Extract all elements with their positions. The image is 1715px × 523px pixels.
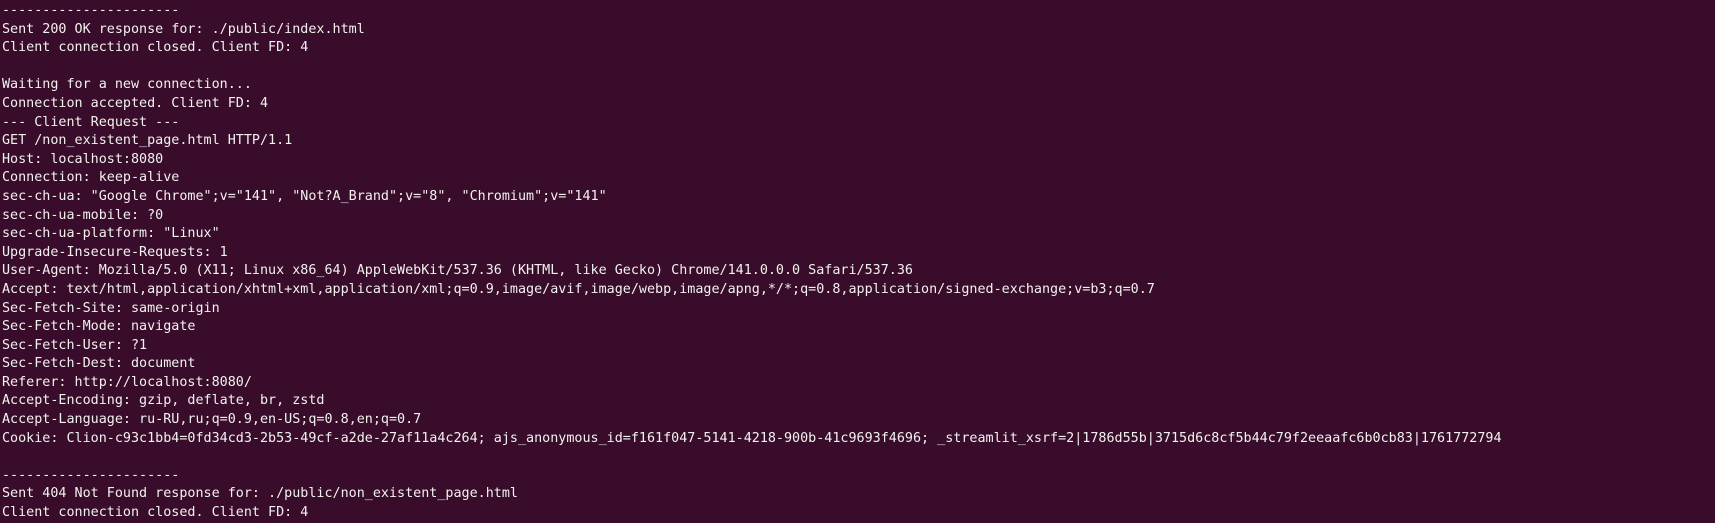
terminal-line: Connection accepted. Client FD: 4 [2, 95, 269, 111]
terminal-line: Accept-Encoding: gzip, deflate, br, zstd [2, 393, 325, 409]
terminal-line: Host: localhost:8080 [2, 151, 164, 167]
terminal-line: Sent 404 Not Found response for: ./publi… [2, 486, 518, 502]
terminal-line: Upgrade-Insecure-Requests: 1 [2, 244, 228, 260]
terminal-line: GET /non_existent_page.html HTTP/1.1 [2, 133, 293, 149]
terminal-line: Referer: http://localhost:8080/ [2, 374, 252, 390]
terminal-output[interactable]: ---------------------- Sent 200 OK respon… [0, 0, 1715, 520]
terminal-line: Waiting for a new connection... [2, 77, 252, 93]
terminal-line: Accept-Language: ru-RU,ru;q=0.9,en-US;q=… [2, 412, 422, 428]
terminal-line: sec-ch-ua: "Google Chrome";v="141", "Not… [2, 188, 607, 204]
terminal-line: ---------------------- [2, 3, 180, 18]
terminal-line: ---------------------- [2, 467, 180, 483]
terminal-line: --- Client Request --- [2, 114, 180, 130]
terminal-line: Connection: keep-alive [2, 170, 180, 186]
terminal-line: Sec-Fetch-Mode: navigate [2, 319, 196, 335]
terminal-line: sec-ch-ua-mobile: ?0 [2, 207, 164, 223]
terminal-line: Sent 200 OK response for: ./public/index… [2, 21, 365, 37]
terminal-line: User-Agent: Mozilla/5.0 (X11; Linux x86_… [2, 263, 913, 279]
terminal-line: Sec-Fetch-Site: same-origin [2, 300, 220, 316]
terminal-line: Accept: text/html,application/xhtml+xml,… [2, 281, 1155, 297]
terminal-line: Client connection closed. Client FD: 4 [2, 40, 309, 56]
terminal-line: Sec-Fetch-Dest: document [2, 356, 196, 372]
terminal-line: Cookie: Clion-c93c1bb4=0fd34cd3-2b53-49c… [2, 430, 1502, 446]
terminal-line: sec-ch-ua-platform: "Linux" [2, 226, 220, 242]
terminal-line: Sec-Fetch-User: ?1 [2, 337, 148, 353]
